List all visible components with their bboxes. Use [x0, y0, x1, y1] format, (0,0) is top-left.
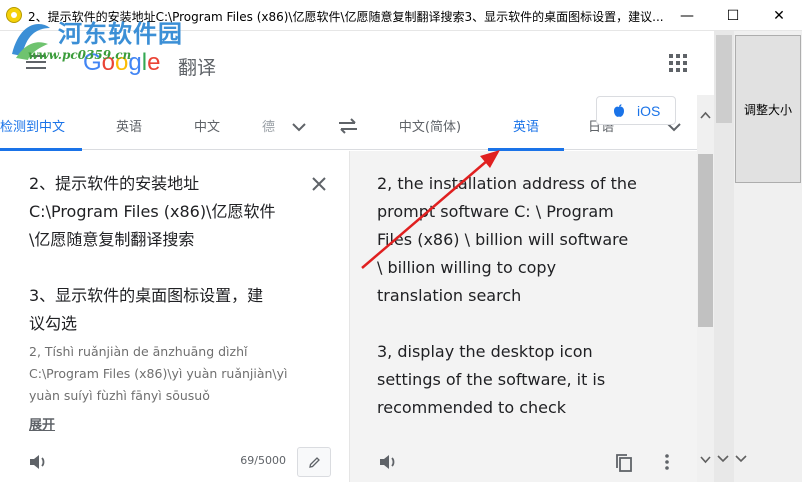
- tab-source-detected[interactable]: 检测到中文: [0, 95, 82, 151]
- menu-icon[interactable]: [26, 55, 48, 71]
- product-name: 翻译: [178, 57, 217, 79]
- app-icon: [6, 7, 22, 23]
- source-textarea[interactable]: 2、提示软件的安装地址 C:\Program Files (x86)\亿愿软件 …: [29, 170, 309, 338]
- expand-link[interactable]: 展开: [29, 414, 55, 433]
- resize-button[interactable]: 调整大小: [735, 35, 801, 183]
- chevron-down-icon[interactable]: [697, 451, 714, 468]
- tab-source-english[interactable]: 英语: [98, 95, 160, 150]
- translation-output: 2, the installation address of the promp…: [377, 174, 637, 417]
- romanization-text: 2, Tíshì ruǎnjiàn de ānzhuāng dìzhǐ C:\P…: [29, 344, 288, 403]
- source-panel: 2、提示软件的安装地址 C:\Program Files (x86)\亿愿软件 …: [0, 151, 349, 482]
- tab-source-german[interactable]: 德: [262, 95, 276, 150]
- tab-source-chinese[interactable]: 中文: [176, 95, 238, 150]
- page-scrollbar[interactable]: [697, 95, 714, 482]
- swap-languages-icon[interactable]: [337, 117, 359, 135]
- close-window-button[interactable]: ✕: [756, 0, 802, 31]
- chevron-down-icon[interactable]: [732, 451, 750, 467]
- speaker-icon[interactable]: [28, 453, 48, 471]
- side-scrollbar[interactable]: [714, 31, 734, 482]
- chevron-up-icon[interactable]: [697, 107, 714, 124]
- window-titlebar: 2、提示软件的安装地址C:\Program Files (x86)\亿愿软件\亿…: [0, 0, 802, 31]
- chevron-down-icon[interactable]: [714, 451, 732, 467]
- apps-grid-icon[interactable]: [669, 54, 687, 72]
- pencil-icon: [309, 457, 320, 468]
- side-panel: 调整大小: [714, 31, 802, 482]
- ios-app-badge[interactable]: iOS: [596, 96, 676, 125]
- edit-button[interactable]: [297, 447, 331, 477]
- ios-label: iOS: [637, 103, 661, 119]
- google-logo: Google: [83, 49, 161, 76]
- minimize-button[interactable]: —: [664, 0, 710, 31]
- side-scrollbar-thumb[interactable]: [716, 35, 732, 123]
- character-count: 69/5000: [240, 454, 286, 467]
- tab-target-english[interactable]: 英语: [488, 95, 564, 151]
- maximize-button[interactable]: ☐: [710, 0, 756, 31]
- copy-icon[interactable]: [614, 453, 634, 473]
- close-icon[interactable]: [310, 175, 328, 193]
- target-panel: 2, the installation address of the promp…: [349, 151, 697, 482]
- translate-header: Google 翻译: [0, 31, 714, 95]
- scrollbar-thumb[interactable]: [698, 154, 713, 327]
- language-bar: 检测到中文 英语 中文 德 中文(简体) 英语 日语: [0, 95, 697, 151]
- speaker-icon[interactable]: [378, 453, 398, 471]
- more-options-icon[interactable]: [665, 454, 669, 470]
- window-title: 2、提示软件的安装地址C:\Program Files (x86)\亿愿软件\亿…: [28, 10, 664, 24]
- tab-target-chinese-simplified[interactable]: 中文(简体): [388, 95, 472, 150]
- apple-icon: [614, 104, 624, 117]
- chevron-down-icon[interactable]: [290, 121, 308, 133]
